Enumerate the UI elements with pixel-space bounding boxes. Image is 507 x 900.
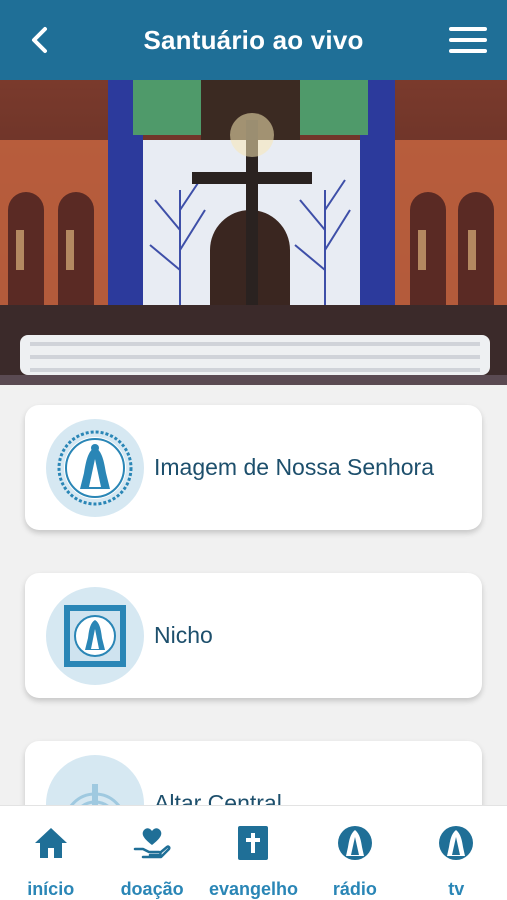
bible-icon xyxy=(237,824,269,862)
menu-button[interactable] xyxy=(449,24,487,56)
heart-hand-icon xyxy=(133,824,171,862)
altar-icon xyxy=(46,754,144,805)
card-altar-central[interactable]: Altar Central xyxy=(25,741,482,805)
card-label: Altar Central xyxy=(154,790,282,805)
hero-image xyxy=(0,80,507,385)
home-icon xyxy=(33,824,69,862)
back-button[interactable] xyxy=(22,22,58,58)
card-label: Imagem de Nossa Senhora xyxy=(154,454,434,480)
card-imagem-nossa-senhora[interactable]: Imagem de Nossa Senhora xyxy=(25,405,482,530)
app-header: Santuário ao vivo xyxy=(0,0,507,80)
our-lady-medallion-icon xyxy=(46,418,144,517)
niche-icon xyxy=(46,586,144,685)
bottom-tab-bar: início doação evangelho rádio tv xyxy=(0,805,507,900)
our-lady-icon xyxy=(337,824,373,862)
tab-radio[interactable]: rádio xyxy=(304,806,405,900)
chevron-left-icon xyxy=(32,27,47,53)
menu-list: Imagem de Nossa Senhora Nicho Altar Cent… xyxy=(0,385,507,805)
tab-doacao[interactable]: doação xyxy=(101,806,202,900)
page-title: Santuário ao vivo xyxy=(143,24,364,55)
card-nicho[interactable]: Nicho xyxy=(25,573,482,698)
tab-tv[interactable]: tv xyxy=(406,806,507,900)
tab-inicio[interactable]: início xyxy=(0,806,101,900)
our-lady-icon xyxy=(438,824,474,862)
hamburger-icon xyxy=(449,27,487,31)
tab-evangelho[interactable]: evangelho xyxy=(203,806,304,900)
card-label: Nicho xyxy=(154,622,213,648)
